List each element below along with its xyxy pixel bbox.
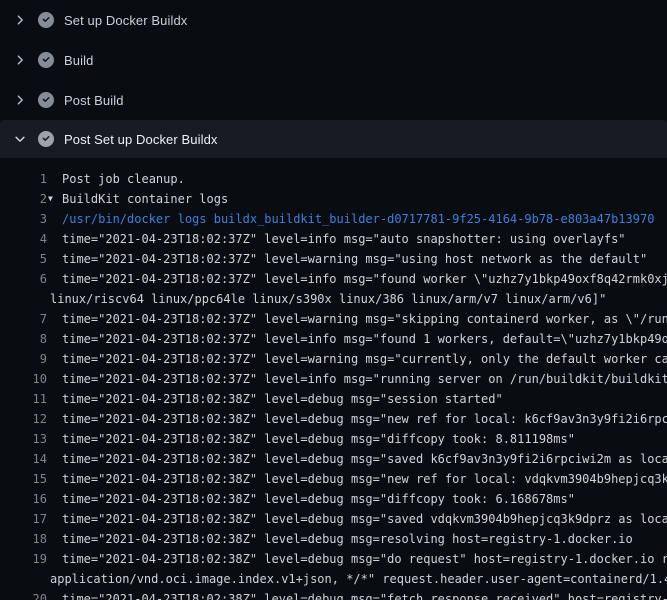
log-line: 17 time="2021-04-23T18:02:38Z" level=debu… bbox=[0, 509, 667, 529]
log-text: time="2021-04-23T18:02:38Z" level=debug … bbox=[62, 392, 503, 406]
log-text: time="2021-04-23T18:02:38Z" level=debug … bbox=[62, 452, 667, 466]
log-text: time="2021-04-23T18:02:37Z" level=info m… bbox=[62, 332, 667, 346]
log-line: 3/usr/bin/docker logs buildx_buildkit_bu… bbox=[0, 209, 667, 229]
log-text: time="2021-04-23T18:02:37Z" level=info m… bbox=[62, 372, 667, 386]
check-circle-icon bbox=[38, 12, 54, 28]
log-line: 19 time="2021-04-23T18:02:38Z" level=debu… bbox=[0, 549, 667, 569]
log-text: application/vnd.oci.image.index.v1+json,… bbox=[50, 572, 667, 586]
line-number[interactable]: 19 bbox=[0, 549, 47, 569]
log-line: 10 time="2021-04-23T18:02:37Z" level=info… bbox=[0, 369, 667, 389]
log-line: 13 time="2021-04-23T18:02:38Z" level=debu… bbox=[0, 429, 667, 449]
line-number[interactable]: 2 bbox=[0, 189, 47, 209]
group-collapse-triangle-icon[interactable]: ▼ bbox=[48, 189, 62, 209]
log-text: time="2021-04-23T18:02:38Z" level=debug … bbox=[62, 532, 633, 546]
chevron-down-icon bbox=[12, 131, 28, 147]
check-circle-icon bbox=[38, 131, 54, 147]
line-number[interactable]: 3 bbox=[0, 209, 47, 229]
line-number[interactable]: 12 bbox=[0, 409, 47, 429]
line-number[interactable]: 16 bbox=[0, 489, 47, 509]
log-line: 4 time="2021-04-23T18:02:37Z" level=info … bbox=[0, 229, 667, 249]
line-number[interactable]: 11 bbox=[0, 389, 47, 409]
log-lines-container: 1 Post job cleanup. 2▼BuildKit container l… bbox=[0, 158, 667, 600]
log-text: time="2021-04-23T18:02:38Z" level=debug … bbox=[62, 592, 667, 600]
line-number[interactable]: 5 bbox=[0, 249, 47, 269]
step-row-post-set-up-docker-buildx[interactable]: Post Set up Docker Buildx bbox=[0, 120, 667, 158]
log-text: linux/riscv64 linux/ppc64le linux/s390x … bbox=[50, 292, 606, 306]
line-number[interactable]: 10 bbox=[0, 369, 47, 389]
step-row-set-up-docker-buildx[interactable]: Set up Docker Buildx bbox=[0, 0, 667, 40]
step-title: Post Build bbox=[64, 93, 124, 108]
log-line: 12 time="2021-04-23T18:02:38Z" level=debu… bbox=[0, 409, 667, 429]
line-number[interactable]: 17 bbox=[0, 509, 47, 529]
log-line: 11 time="2021-04-23T18:02:38Z" level=debu… bbox=[0, 389, 667, 409]
line-number[interactable]: 14 bbox=[0, 449, 47, 469]
log-line: 6 time="2021-04-23T18:02:37Z" level=info … bbox=[0, 269, 667, 289]
line-number[interactable]: 9 bbox=[0, 349, 47, 369]
log-line: 16 time="2021-04-23T18:02:38Z" level=debu… bbox=[0, 489, 667, 509]
log-text: time="2021-04-23T18:02:37Z" level=info m… bbox=[62, 272, 667, 286]
log-line: 8 time="2021-04-23T18:02:37Z" level=info … bbox=[0, 329, 667, 349]
log-line-wrap: application/vnd.oci.image.index.v1+json,… bbox=[0, 569, 667, 589]
log-text: time="2021-04-23T18:02:38Z" level=debug … bbox=[62, 492, 575, 506]
log-line: 20 time="2021-04-23T18:02:38Z" level=debu… bbox=[0, 589, 667, 600]
line-number[interactable]: 8 bbox=[0, 329, 47, 349]
log-text: time="2021-04-23T18:02:38Z" level=debug … bbox=[62, 552, 667, 566]
log-line: 18 time="2021-04-23T18:02:38Z" level=debu… bbox=[0, 529, 667, 549]
log-text: time="2021-04-23T18:02:38Z" level=debug … bbox=[62, 512, 667, 526]
chevron-right-icon bbox=[12, 52, 28, 68]
log-line: 15 time="2021-04-23T18:02:38Z" level=debu… bbox=[0, 469, 667, 489]
line-number[interactable]: 18 bbox=[0, 529, 47, 549]
step-title: Set up Docker Buildx bbox=[64, 13, 187, 28]
log-text: time="2021-04-23T18:02:37Z" level=info m… bbox=[62, 232, 626, 246]
log-line-wrap: linux/riscv64 linux/ppc64le linux/s390x … bbox=[0, 289, 667, 309]
log-text: Post job cleanup. bbox=[62, 172, 185, 186]
log-line: 1 Post job cleanup. bbox=[0, 169, 667, 189]
check-circle-icon bbox=[38, 52, 54, 68]
log-text: time="2021-04-23T18:02:38Z" level=debug … bbox=[62, 472, 667, 486]
line-number[interactable]: 20 bbox=[0, 589, 47, 600]
step-title: Build bbox=[64, 53, 93, 68]
line-number[interactable]: 1 bbox=[0, 169, 47, 189]
job-log-viewer: Set up Docker Buildx Build Post Build bbox=[0, 0, 667, 600]
step-title: Post Set up Docker Buildx bbox=[64, 132, 218, 147]
log-line: 2▼BuildKit container logs bbox=[0, 189, 667, 209]
line-number[interactable]: 7 bbox=[0, 309, 47, 329]
log-line: 5 time="2021-04-23T18:02:37Z" level=warni… bbox=[0, 249, 667, 269]
log-text: time="2021-04-23T18:02:38Z" level=debug … bbox=[62, 432, 575, 446]
chevron-right-icon bbox=[12, 12, 28, 28]
line-number[interactable]: 15 bbox=[0, 469, 47, 489]
line-number[interactable]: 6 bbox=[0, 269, 47, 289]
log-line: 7 time="2021-04-23T18:02:37Z" level=warni… bbox=[0, 309, 667, 329]
steps-list: Set up Docker Buildx Build Post Build bbox=[0, 0, 667, 158]
log-text: time="2021-04-23T18:02:38Z" level=debug … bbox=[62, 412, 667, 426]
log-command-text: /usr/bin/docker logs buildx_buildkit_bui… bbox=[62, 212, 654, 226]
check-circle-icon bbox=[38, 92, 54, 108]
log-text: BuildKit container logs bbox=[62, 192, 228, 206]
log-line: 9 time="2021-04-23T18:02:37Z" level=warni… bbox=[0, 349, 667, 369]
chevron-right-icon bbox=[12, 92, 28, 108]
log-text: time="2021-04-23T18:02:37Z" level=warnin… bbox=[62, 252, 647, 266]
step-row-build[interactable]: Build bbox=[0, 40, 667, 80]
log-text: time="2021-04-23T18:02:37Z" level=warnin… bbox=[62, 352, 667, 366]
line-number[interactable]: 4 bbox=[0, 229, 47, 249]
log-line: 14 time="2021-04-23T18:02:38Z" level=debu… bbox=[0, 449, 667, 469]
line-number[interactable]: 13 bbox=[0, 429, 47, 449]
step-row-post-build[interactable]: Post Build bbox=[0, 80, 667, 120]
log-text: time="2021-04-23T18:02:37Z" level=warnin… bbox=[62, 312, 667, 326]
